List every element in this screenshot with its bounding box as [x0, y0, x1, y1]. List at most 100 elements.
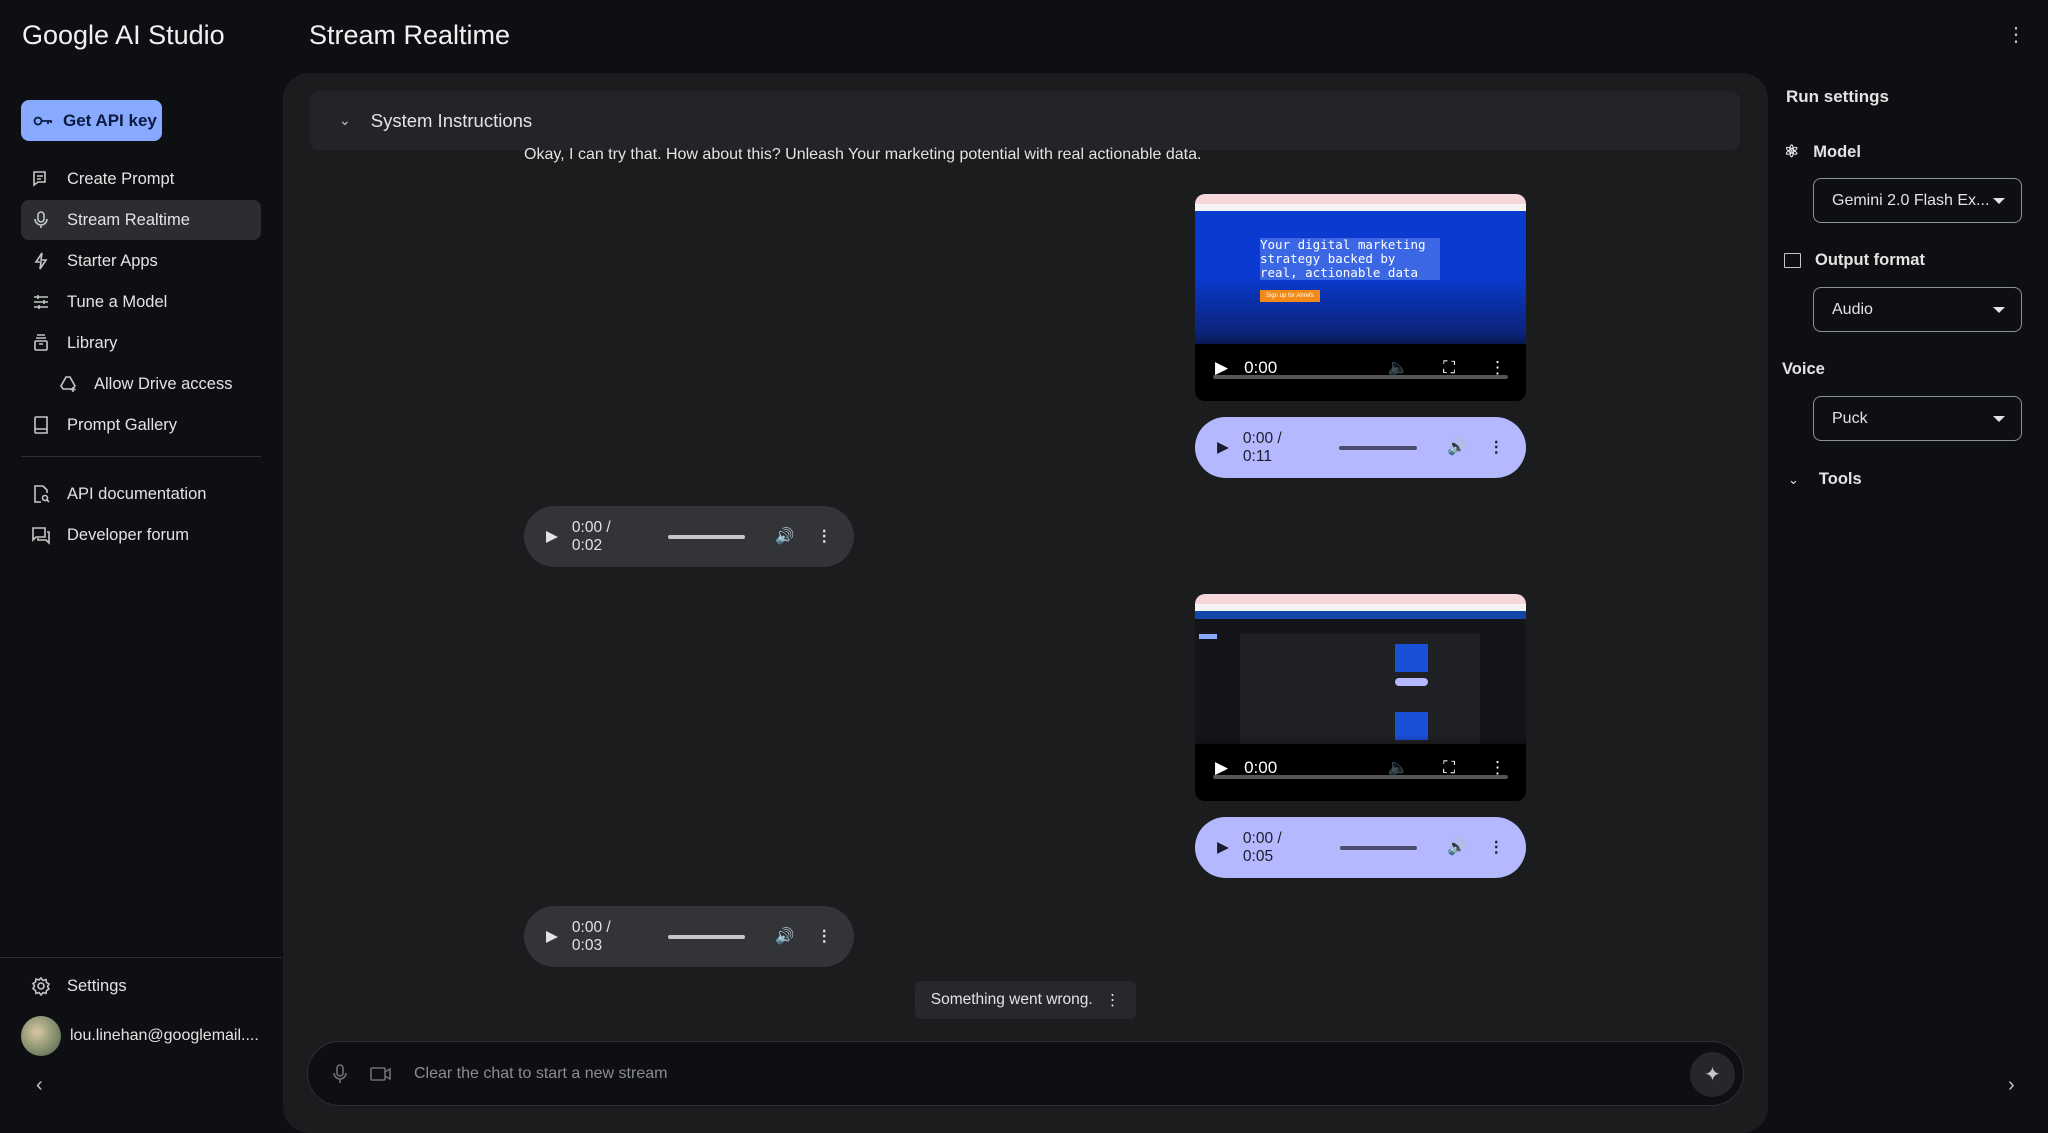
sidebar-item-label: Developer forum	[67, 525, 189, 544]
forum-icon	[32, 527, 50, 545]
create-prompt-icon	[33, 171, 46, 187]
sidebar-item-tune-a-model[interactable]: Tune a Model	[21, 282, 261, 322]
send-button[interactable]: ✦	[1690, 1052, 1735, 1097]
model-select[interactable]: Gemini 2.0 Flash Ex...	[1813, 178, 2022, 223]
sidebar-item-developer-forum[interactable]: Developer forum	[21, 515, 261, 555]
avatar[interactable]	[21, 1016, 61, 1056]
user-email[interactable]: lou.linehan@googlemail....	[70, 1027, 259, 1045]
sidebar-item-starter-apps[interactable]: Starter Apps	[21, 241, 261, 281]
sidebar-item-label: Allow Drive access	[94, 374, 233, 393]
audio-time: 0:00 / 0:11	[1242, 429, 1282, 465]
chevron-down-icon: ⌄	[1788, 471, 1799, 487]
audio-time: 0:00 / 0:05	[1242, 829, 1282, 865]
library-icon	[34, 334, 48, 351]
more-options-icon[interactable]: ⋮	[2006, 22, 2026, 47]
sidebar-divider	[0, 957, 282, 958]
video-cta: Sign up for Ahrefs	[1260, 290, 1320, 302]
audio-seek-bar[interactable]	[1339, 445, 1418, 450]
mic-icon[interactable]	[332, 1063, 348, 1084]
video-progress[interactable]	[1213, 375, 1508, 379]
more-icon[interactable]: ⋮	[1489, 438, 1505, 457]
voice-label: Voice	[1782, 360, 1825, 378]
sidebar-item-prompt-gallery[interactable]: Prompt Gallery	[21, 405, 261, 445]
input-placeholder: Clear the chat to start a new stream	[414, 1064, 668, 1082]
volume-icon[interactable]: 🔊	[775, 527, 794, 546]
caret-down-icon	[1993, 306, 2005, 313]
mic-icon	[34, 211, 48, 228]
output-format-label: Output format	[1784, 251, 1925, 270]
voice-value: Puck	[1832, 409, 1868, 427]
sidebar-item-label: Prompt Gallery	[67, 415, 178, 434]
tools-label: Tools	[1818, 470, 1862, 488]
sidebar-item-library[interactable]: Library	[21, 323, 261, 363]
model-audio-1[interactable]: ▶ 0:00 / 0:02 🔊 ⋮	[524, 506, 854, 567]
more-icon[interactable]: ⋮	[817, 527, 833, 546]
user-video-2[interactable]: ▶ 0:00 🔈 ⛶ ⋮	[1195, 594, 1526, 801]
audio-seek-bar[interactable]	[1339, 845, 1418, 850]
play-icon[interactable]: ▶	[546, 527, 558, 546]
output-label-text: Output format	[1815, 251, 1925, 269]
sidebar-item-label: Library	[67, 333, 118, 352]
doc-search-icon	[34, 485, 50, 503]
get-api-key-label: Get API key	[63, 110, 157, 130]
gear-icon	[31, 976, 51, 996]
sidebar-divider	[21, 456, 261, 457]
key-icon	[33, 116, 52, 125]
audio-seek-bar[interactable]	[668, 534, 746, 539]
drive-add-icon	[60, 376, 76, 392]
caret-down-icon	[1993, 197, 2005, 204]
sidebar-item-allow-drive-access[interactable]: Allow Drive access	[48, 364, 261, 404]
get-api-key-button[interactable]: Get API key	[21, 100, 162, 141]
model-atom-icon: ⚛	[1784, 142, 1800, 161]
output-value: Audio	[1832, 300, 1873, 318]
play-icon[interactable]: ▶	[546, 927, 558, 946]
book-icon	[34, 416, 48, 434]
sidebar-item-label: API documentation	[67, 484, 207, 503]
user-audio-2[interactable]: ▶ 0:00 / 0:05 🔊 ⋮	[1195, 817, 1526, 878]
volume-icon[interactable]: 🔊	[1447, 838, 1466, 857]
voice-select[interactable]: Puck	[1813, 396, 2022, 441]
page-title: Stream Realtime	[309, 20, 511, 50]
model-value: Gemini 2.0 Flash Ex...	[1832, 191, 1990, 209]
video-progress[interactable]	[1213, 775, 1508, 779]
audio-seek-bar[interactable]	[668, 934, 746, 939]
sidebar-item-label: Tune a Model	[67, 292, 168, 311]
tune-icon	[34, 295, 48, 309]
audio-time: 0:00 / 0:03	[571, 918, 611, 954]
bolt-icon	[34, 252, 48, 270]
volume-icon[interactable]: 🔊	[1447, 438, 1466, 457]
tools-toggle[interactable]: ⌄ Tools	[1788, 470, 1862, 489]
model-message: Okay, I can try that. How about this? Un…	[524, 146, 1202, 163]
run-settings-title: Run settings	[1786, 87, 1889, 106]
app-logo[interactable]: Google AI Studio	[22, 20, 225, 51]
chat-panel	[283, 73, 1768, 1133]
play-icon[interactable]: ▶	[1217, 838, 1229, 857]
stream-input[interactable]: Clear the chat to start a new stream ✦	[307, 1041, 1744, 1106]
more-icon[interactable]: ⋮	[817, 927, 833, 946]
sidebar-item-settings[interactable]: Settings	[21, 966, 261, 1006]
output-format-select[interactable]: Audio	[1813, 287, 2022, 332]
model-label: ⚛ Model	[1784, 142, 1861, 162]
model-label-text: Model	[1813, 142, 1861, 161]
sidebar-item-stream-realtime[interactable]: Stream Realtime	[21, 200, 261, 240]
error-message: Something went wrong. ⋮	[915, 981, 1136, 1019]
model-audio-2[interactable]: ▶ 0:00 / 0:03 🔊 ⋮	[524, 906, 854, 967]
user-video-1[interactable]: Your digital marketing strategy backed b…	[1195, 194, 1526, 401]
system-instructions-toggle[interactable]: ⌄ System Instructions	[309, 91, 1740, 150]
volume-icon[interactable]: 🔊	[775, 927, 794, 946]
sidebar-item-label: Starter Apps	[67, 251, 158, 270]
sidebar-item-label: Create Prompt	[67, 169, 175, 188]
audio-time: 0:00 / 0:02	[571, 518, 611, 554]
sparkle-icon: ✦	[1704, 1064, 1721, 1086]
sidebar-item-api-documentation[interactable]: API documentation	[21, 474, 261, 514]
user-audio-1[interactable]: ▶ 0:00 / 0:11 🔊 ⋮	[1195, 417, 1526, 478]
expand-panel-icon[interactable]: ›	[2008, 1074, 2015, 1097]
system-instructions-label: System Instructions	[370, 109, 533, 131]
settings-label: Settings	[67, 976, 127, 995]
sidebar-item-create-prompt[interactable]: Create Prompt	[21, 159, 261, 199]
video-camera-icon[interactable]	[370, 1066, 392, 1082]
more-icon[interactable]: ⋮	[1105, 991, 1121, 1010]
more-icon[interactable]: ⋮	[1489, 838, 1505, 857]
play-icon[interactable]: ▶	[1217, 438, 1229, 457]
collapse-sidebar-icon[interactable]: ‹	[36, 1074, 43, 1097]
